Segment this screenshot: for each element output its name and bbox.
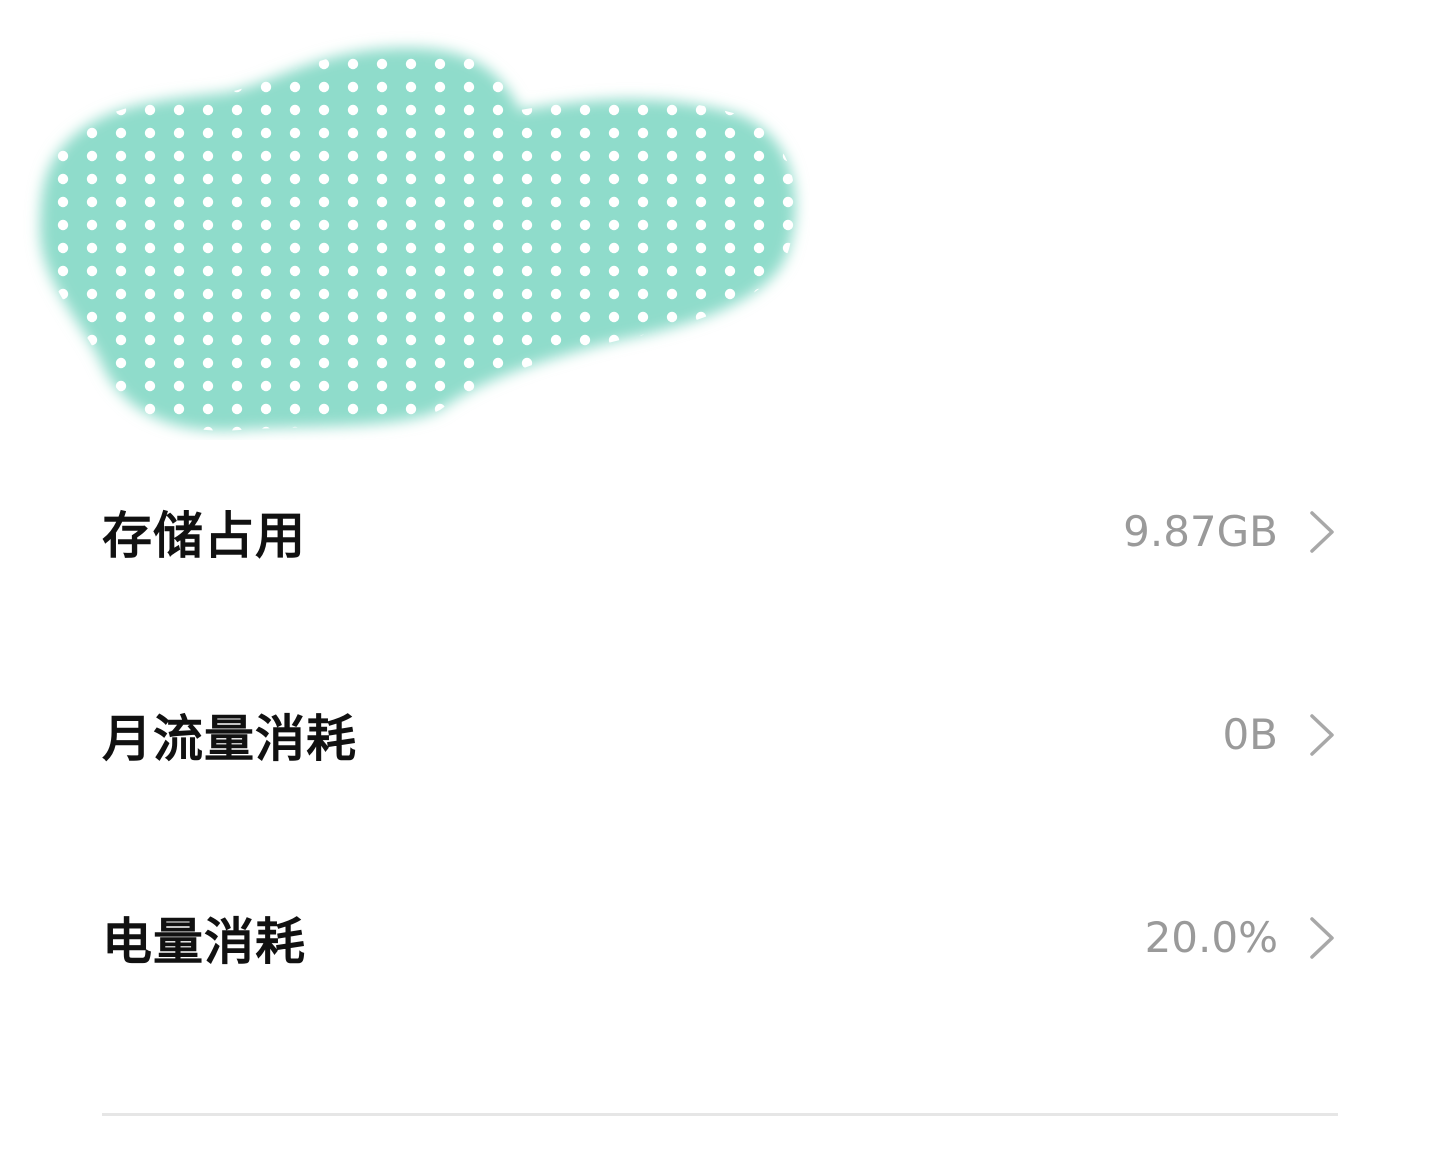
storage-usage-right: 9.87GB (1123, 502, 1338, 562)
monthly-data-usage-right: 0B (1222, 705, 1338, 765)
battery-usage-row[interactable]: 电量消耗 20.0% (102, 836, 1338, 1039)
monthly-data-usage-value: 0B (1222, 710, 1278, 759)
section-divider (102, 1113, 1338, 1116)
chevron-right-icon (1310, 916, 1334, 959)
chevron-right-icon (1310, 510, 1334, 553)
monthly-data-usage-label: 月流量消耗 (102, 709, 357, 768)
monthly-data-usage-row[interactable]: 月流量消耗 0B (102, 633, 1338, 836)
battery-usage-value: 20.0% (1144, 913, 1278, 962)
settings-list: 存储占用 9.87GB 月流量消耗 0B 电量消耗 20.0% (102, 430, 1338, 1039)
storage-usage-label: 存储占用 (102, 506, 306, 565)
storage-usage-row[interactable]: 存储占用 9.87GB (102, 430, 1338, 633)
battery-usage-label: 电量消耗 (102, 912, 306, 971)
chevron-right-icon (1310, 713, 1334, 756)
storage-usage-value: 9.87GB (1123, 507, 1278, 556)
redacted-header-blob (40, 47, 796, 431)
battery-usage-right: 20.0% (1145, 908, 1338, 968)
